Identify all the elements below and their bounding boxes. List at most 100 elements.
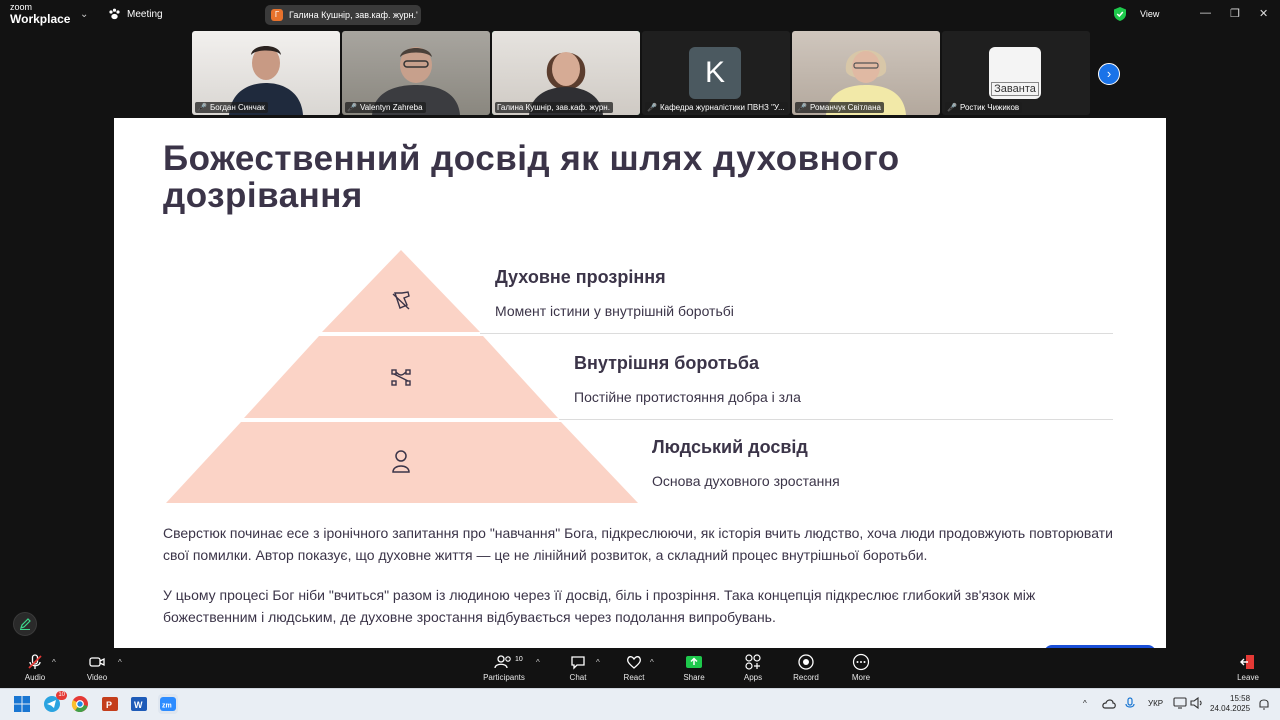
share-screen-icon — [686, 656, 702, 668]
windows-start-icon[interactable] — [12, 694, 32, 714]
tier-heading: Внутрішня боротьба — [574, 353, 759, 373]
logo-line2: Workplace — [10, 12, 71, 26]
video-options-caret[interactable]: ^ — [118, 658, 122, 667]
people-icon — [494, 655, 511, 669]
presenter-avatar: Г — [271, 9, 283, 21]
word-icon[interactable]: W — [129, 694, 149, 714]
audio-options-caret[interactable]: ^ — [52, 658, 56, 667]
tier-human-experience: Людський досвід Основа духовного зростан… — [652, 437, 840, 489]
tier-description: Основа духовного зростання — [652, 473, 840, 489]
slide-paragraph: Сверстюк починає есе з іронічного запита… — [163, 525, 1113, 563]
svg-text:W: W — [134, 700, 143, 710]
clock[interactable]: 15:58 24.04.2025 — [1210, 694, 1250, 714]
tray-overflow-icon[interactable]: ^ — [1083, 699, 1087, 708]
participant-name: Галина Кушнір, зав.каф. журн. — [495, 102, 613, 113]
tier-description: Момент істини у внутрішній боротьбі — [495, 303, 734, 319]
more-dots-icon — [852, 653, 870, 671]
video-camera-icon — [89, 657, 105, 667]
pencil-icon — [20, 618, 31, 630]
meeting-label: Meeting — [127, 8, 163, 20]
chat-button[interactable]: Chat — [564, 653, 592, 682]
divider — [559, 419, 1113, 420]
mic-muted-icon — [28, 654, 42, 669]
next-page-button[interactable]: › — [1098, 63, 1120, 85]
slide-title: Божественний досвід як шлях духовного до… — [163, 139, 900, 215]
volume-icon[interactable] — [1190, 697, 1204, 709]
leave-door-icon — [1240, 655, 1254, 669]
divider — [480, 333, 1113, 334]
participant-name: 🎤 Ростик Чижиков — [945, 102, 1023, 113]
video-button[interactable]: Video — [80, 653, 114, 682]
paw-icon — [109, 8, 120, 20]
shared-slide: Божественний досвід як шлях духовного до… — [114, 118, 1166, 648]
tier-inner-struggle: Внутрішня боротьба Постійне протистояння… — [574, 353, 801, 405]
participant-name: 🎤 Романчук Світлана — [795, 102, 884, 113]
participants-count: 10 — [515, 656, 523, 663]
mic-muted-icon: 🎤 — [197, 103, 207, 112]
clock-date: 24.04.2025 — [1210, 704, 1251, 713]
participant-avatar: K — [689, 47, 741, 99]
participants-options-caret[interactable]: ^ — [536, 658, 540, 667]
minimize-icon[interactable]: — — [1200, 7, 1211, 19]
telegram-taskbar-icon[interactable]: 10 — [42, 691, 67, 714]
heart-icon — [627, 656, 641, 669]
slide-paragraph: У цьому процесі Бог ніби "вчиться" разом… — [163, 587, 1036, 625]
presenter-name: Галина Кушнір, зав.каф. журн.' — [289, 10, 418, 20]
notification-badge: 10 — [56, 691, 67, 700]
chevron-down-icon[interactable]: ⌄ — [80, 9, 88, 20]
apps-icon — [745, 654, 761, 670]
participant-tile[interactable]: Заванта 🎤 Ростик Чижиков — [942, 31, 1090, 115]
record-icon — [798, 654, 814, 670]
annotate-button[interactable] — [13, 612, 37, 636]
logo-line1: zoom — [10, 2, 33, 12]
zoom-taskbar-icon[interactable]: zm — [158, 694, 178, 714]
mic-muted-icon: 🎤 — [647, 103, 657, 112]
notification-bell-icon[interactable] — [1258, 697, 1270, 711]
tier-heading: Духовне прозріння — [495, 267, 666, 287]
participant-tile[interactable]: 🎤 Valentyn Zahreba — [342, 31, 490, 115]
participant-name: 🎤 Кафедра журналістики ПВНЗ "У... — [645, 102, 788, 113]
audio-button[interactable]: Audio — [20, 653, 50, 682]
clock-time: 15:58 — [1230, 694, 1251, 703]
participant-tile[interactable]: K 🎤 Кафедра журналістики ПВНЗ "У... — [642, 31, 790, 115]
participant-name: 🎤 Богдан Синчак — [195, 102, 268, 113]
restore-icon[interactable]: ❐ — [1230, 7, 1240, 20]
powerpoint-icon[interactable]: P — [100, 694, 120, 714]
cloud-sync-icon[interactable] — [1102, 698, 1116, 710]
participant-avatar: Заванта — [989, 47, 1041, 99]
react-button[interactable]: React — [620, 653, 648, 682]
mic-muted-icon: 🎤 — [797, 103, 807, 112]
microphone-tray-icon[interactable] — [1124, 697, 1136, 711]
pyramid-tier-top — [322, 250, 480, 332]
close-icon[interactable]: ✕ — [1259, 7, 1268, 20]
tier-spiritual-insight: Духовне прозріння Момент істини у внутрі… — [495, 267, 734, 319]
participant-tile-active-speaker[interactable]: Галина Кушнір, зав.каф. журн. — [492, 31, 640, 115]
mic-muted-icon: 🎤 — [947, 103, 957, 112]
screen-share-pill[interactable]: Г Галина Кушнір, зав.каф. журн.' ⋯ — [265, 5, 421, 25]
windows-taskbar: 10 P W zm ^ УКР 15:58 24.04.2025 — [0, 688, 1280, 720]
apps-button[interactable]: Apps — [739, 653, 767, 682]
chat-bubble-icon — [571, 656, 585, 670]
participant-tile[interactable]: 🎤 Богдан Синчак — [192, 31, 340, 115]
participant-tile[interactable]: 🎤 Романчук Світлана — [792, 31, 940, 115]
chrome-icon[interactable] — [70, 694, 90, 714]
chat-options-caret[interactable]: ^ — [596, 658, 600, 667]
share-button[interactable]: Share — [680, 653, 708, 682]
network-icon[interactable] — [1173, 697, 1187, 709]
title-bar: zoom Workplace ⌄ Meeting Г Галина Кушнір… — [0, 0, 1280, 30]
react-options-caret[interactable]: ^ — [650, 658, 654, 667]
pyramid-tier-bottom — [166, 422, 638, 503]
record-button[interactable]: Record — [790, 653, 822, 682]
leave-button[interactable]: Leave — [1234, 653, 1262, 682]
participant-name: 🎤 Valentyn Zahreba — [345, 102, 426, 113]
input-language[interactable]: УКР — [1148, 699, 1163, 708]
zoom-logo: zoom Workplace — [10, 2, 71, 26]
participant-strip: 🎤 Богдан Синчак 🎤 Valentyn Zahreba Галина … — [192, 31, 1092, 116]
shield-check-icon[interactable] — [1114, 7, 1126, 21]
svg-text:P: P — [106, 700, 112, 710]
view-menu[interactable]: View — [1140, 9, 1159, 19]
tier-heading: Людський досвід — [652, 437, 808, 457]
more-button[interactable]: More — [847, 653, 875, 682]
meeting-toolbar: Audio ^ Video ^ Participants 10 ^ Chat ^… — [0, 648, 1280, 688]
meeting-menu[interactable]: Meeting — [108, 8, 163, 20]
